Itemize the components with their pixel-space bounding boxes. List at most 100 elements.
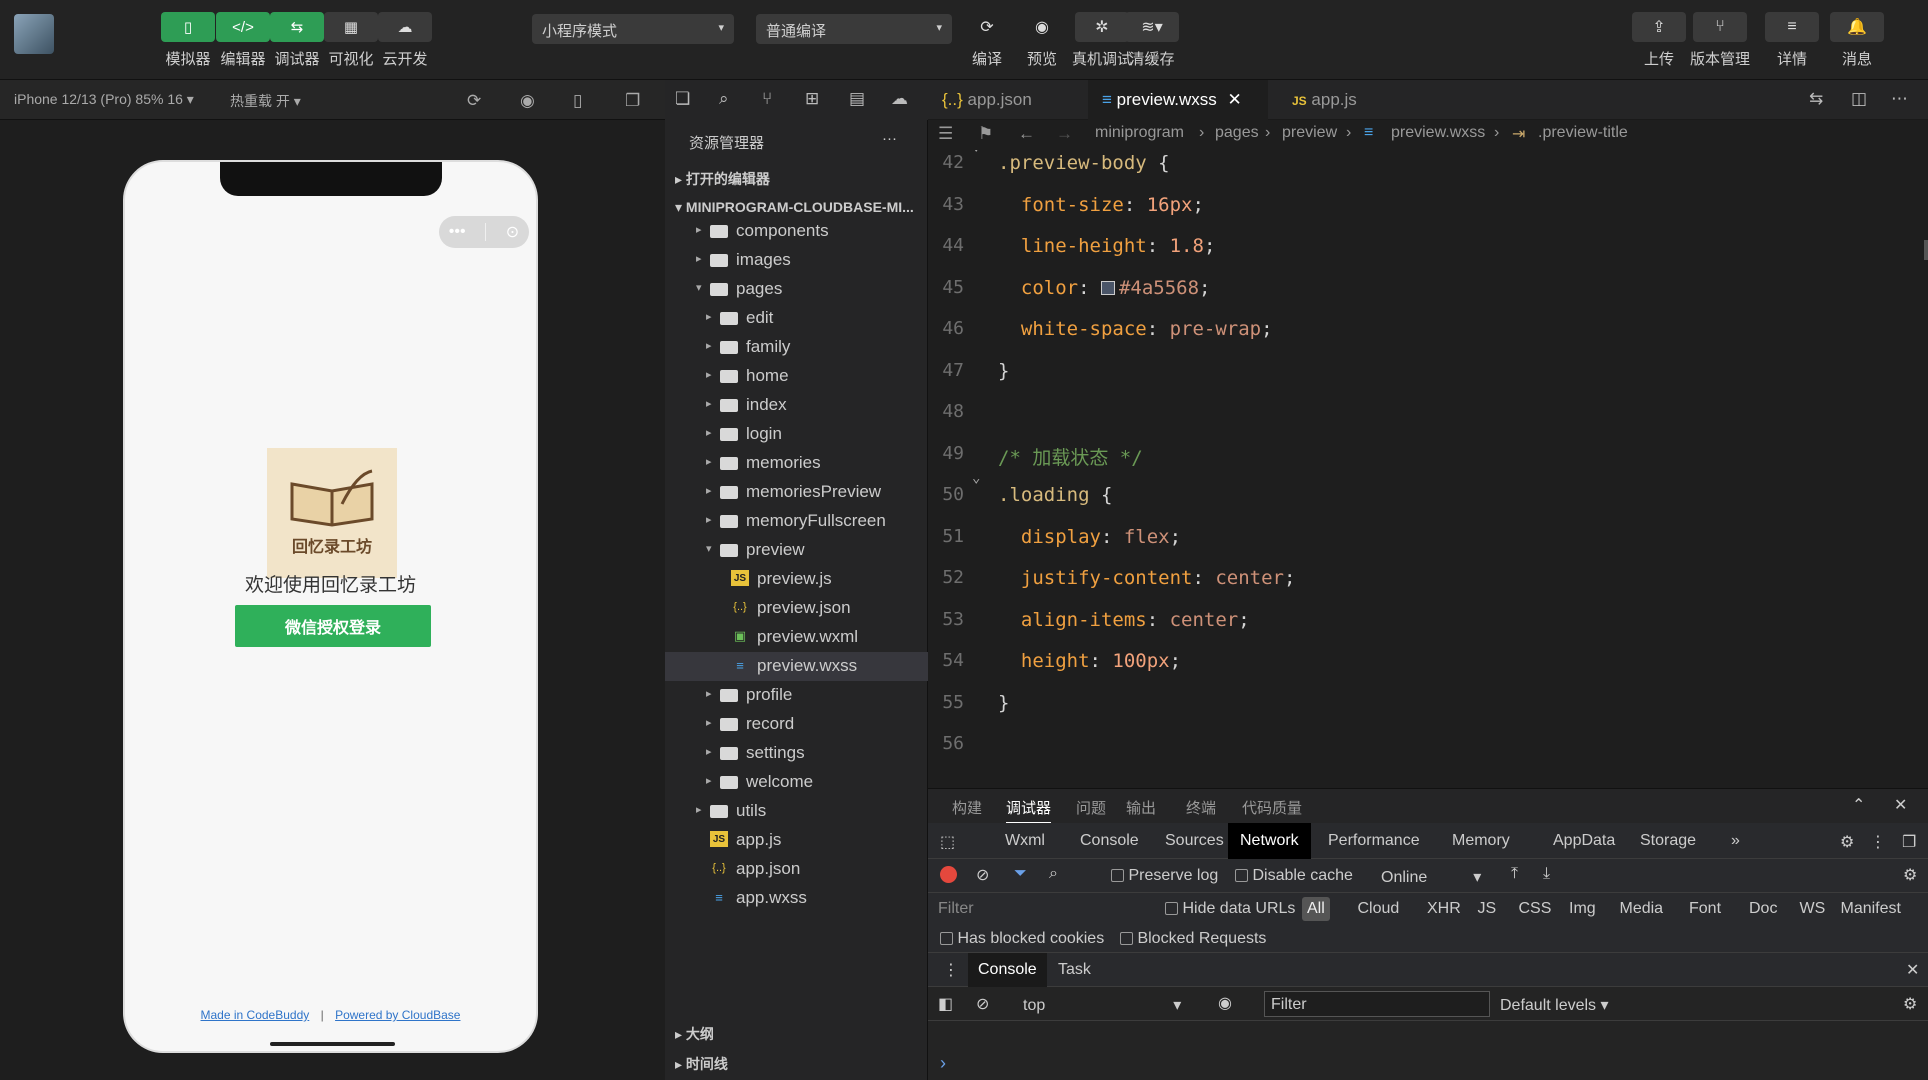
search-icon[interactable]: ⌕ xyxy=(1049,865,1058,883)
filter-type-xhr[interactable]: XHR xyxy=(1422,897,1466,921)
devtools-tab-console[interactable]: Console xyxy=(1068,823,1151,859)
hot-reload-toggle[interactable]: 热重载 开 ▾ xyxy=(230,91,301,111)
console-filter-input[interactable]: Filter xyxy=(1264,991,1490,1017)
record-button[interactable] xyxy=(940,866,957,883)
toolbar-action-2[interactable]: ✲ 真机调试 xyxy=(1072,12,1132,69)
eye-icon[interactable]: ◉ xyxy=(1218,993,1232,1013)
filter-type-cloud[interactable]: Cloud xyxy=(1353,897,1405,921)
disable-cache-checkbox[interactable]: Disable cache xyxy=(1235,867,1353,885)
user-avatar[interactable] xyxy=(14,14,54,54)
mode-select[interactable]: 小程序模式 ▾ xyxy=(532,14,734,44)
filter-type-img[interactable]: Img xyxy=(1564,897,1601,921)
blocked-requests-checkbox[interactable]: Blocked Requests xyxy=(1120,930,1266,948)
project-section[interactable]: ▾ MINIPROGRAM-CLOUDBASE-MI... xyxy=(675,199,914,216)
panel-tab-2[interactable]: 问题 xyxy=(1076,797,1106,818)
filter-type-manifest[interactable]: Manifest xyxy=(1836,897,1906,921)
tab-app-js[interactable]: JS app.js xyxy=(1278,80,1418,120)
mini-program-capsule[interactable]: ••• ⊙ xyxy=(439,216,529,248)
split-editor-icon[interactable]: ◫ xyxy=(1851,89,1867,109)
files-icon[interactable]: ❏ xyxy=(675,89,690,109)
tree-item-record[interactable]: ▸ record xyxy=(665,710,928,739)
tree-item-preview-wxss[interactable]: ≡ preview.wxss xyxy=(665,652,928,681)
panel-icon[interactable]: ▤ xyxy=(849,89,865,109)
clear-console-icon[interactable]: ⊘ xyxy=(976,994,989,1014)
devtools-tab-performance[interactable]: Performance xyxy=(1316,823,1432,859)
wechat-login-button[interactable]: 微信授权登录 xyxy=(235,605,431,647)
context-select[interactable]: top ▾ xyxy=(1023,995,1181,1015)
devtools-tab-storage[interactable]: Storage xyxy=(1628,823,1708,859)
compile-select[interactable]: 普通编译 ▾ xyxy=(756,14,952,44)
filter-type-all[interactable]: All xyxy=(1302,897,1330,921)
tree-item-app-json[interactable]: {..} app.json xyxy=(665,855,928,884)
settings-icon[interactable]: ⚙ xyxy=(1903,865,1917,885)
close-icon[interactable]: ✕ xyxy=(1894,795,1907,815)
tree-item-preview[interactable]: ▾ preview xyxy=(665,536,928,565)
explorer-more-button[interactable]: ··· xyxy=(882,130,897,147)
filter-type-ws[interactable]: WS xyxy=(1795,897,1831,921)
fold-chevron-icon[interactable]: ⌄ xyxy=(972,150,980,154)
toolbar-action-0[interactable]: ⟳ 编译 xyxy=(960,12,1014,69)
devtools-tab-more[interactable]: » xyxy=(1719,823,1752,859)
tab-preview-wxss[interactable]: ≡ preview.wxss ✕ xyxy=(1088,80,1268,120)
tree-item-memories[interactable]: ▸ memories xyxy=(665,449,928,478)
blocked-cookies-checkbox[interactable]: Has blocked cookies xyxy=(940,930,1104,948)
devtools-tab-sources[interactable]: Sources xyxy=(1153,823,1236,859)
toolbar-right-3[interactable]: 🔔 消息 xyxy=(1830,12,1884,69)
breadcrumb-item[interactable]: .preview-title xyxy=(1538,124,1628,142)
tree-item-index[interactable]: ▸ index xyxy=(665,391,928,420)
log-levels-select[interactable]: Default levels ▾ xyxy=(1500,995,1609,1015)
more-icon[interactable]: ••• xyxy=(449,223,466,241)
tree-item-pages[interactable]: ▾ pages xyxy=(665,275,928,304)
devtools-tab-wxml[interactable]: Wxml xyxy=(993,823,1057,859)
tree-item-preview-json[interactable]: {..} preview.json xyxy=(665,594,928,623)
filter-icon[interactable]: ⏷ xyxy=(1014,865,1027,883)
tree-item-preview-wxml[interactable]: ▣ preview.wxml xyxy=(665,623,928,652)
toolbar-button-4[interactable]: ☁ 云开发 xyxy=(372,12,438,69)
compare-icon[interactable]: ⇆ xyxy=(1809,89,1823,109)
breadcrumb-item[interactable]: preview xyxy=(1282,124,1337,142)
extensions-icon[interactable]: ⊞ xyxy=(805,89,819,109)
drawer-tab-console[interactable]: Console xyxy=(968,953,1047,987)
search-icon[interactable]: ⌕ xyxy=(719,89,729,109)
close-circle-icon[interactable]: ⊙ xyxy=(506,222,519,242)
cloud-deploy-icon[interactable]: ☁ xyxy=(891,89,908,109)
tree-item-welcome[interactable]: ▸ welcome xyxy=(665,768,928,797)
cloudbase-link[interactable]: Powered by CloudBase xyxy=(335,1008,460,1022)
throttle-select[interactable]: Online ▾ xyxy=(1381,867,1481,887)
source-control-icon[interactable]: ⑂ xyxy=(762,89,772,109)
close-icon[interactable]: ✕ xyxy=(1906,960,1919,980)
device-icon[interactable]: ▯ xyxy=(573,91,582,111)
codebuddy-link[interactable]: Made in CodeBuddy xyxy=(201,1008,310,1022)
inspect-icon[interactable]: ⬚ xyxy=(928,823,967,859)
devtools-tab-appdata[interactable]: AppData xyxy=(1541,823,1627,859)
panel-tab-1[interactable]: 调试器 xyxy=(1006,797,1052,824)
download-icon[interactable]: ⤓ xyxy=(1543,865,1550,883)
open-editors-section[interactable]: ▸ 打开的编辑器 xyxy=(675,169,770,189)
toolbar-action-3[interactable]: ≋▾ 清缓存 xyxy=(1125,12,1179,69)
breadcrumb-item[interactable]: pages xyxy=(1215,124,1259,142)
more-actions-icon[interactable]: ⋯ xyxy=(1891,89,1908,109)
tree-item-memoryFullscreen[interactable]: ▸ memoryFullscreen xyxy=(665,507,928,536)
breadcrumb-item[interactable]: miniprogram xyxy=(1095,124,1184,142)
back-arrow-icon[interactable]: ← xyxy=(1018,124,1035,144)
outline-section[interactable]: ▸ 大纲 xyxy=(675,1024,714,1044)
drawer-menu-icon[interactable]: ⋮ xyxy=(943,960,959,980)
toolbar-action-1[interactable]: ◉ 预览 xyxy=(1015,12,1069,69)
tree-item-profile[interactable]: ▸ profile xyxy=(665,681,928,710)
list-icon[interactable]: ☰ xyxy=(938,124,953,144)
upload-icon[interactable]: ⤒ xyxy=(1511,865,1518,883)
devtools-tab-network[interactable]: Network xyxy=(1228,823,1311,859)
tree-item-home[interactable]: ▸ home xyxy=(665,362,928,391)
settings-icon[interactable]: ⚙ xyxy=(1903,994,1917,1014)
filter-type-media[interactable]: Media xyxy=(1615,897,1669,921)
panel-tab-0[interactable]: 构建 xyxy=(952,797,982,818)
filter-type-css[interactable]: CSS xyxy=(1514,897,1557,921)
tree-item-memoriesPreview[interactable]: ▸ memoriesPreview xyxy=(665,478,928,507)
panel-tab-5[interactable]: 代码质量 xyxy=(1242,797,1302,818)
tree-item-images[interactable]: ▸ images xyxy=(665,246,928,275)
tree-item-preview-js[interactable]: JS preview.js xyxy=(665,565,928,594)
devtools-tab-memory[interactable]: Memory xyxy=(1440,823,1522,859)
tree-item-components[interactable]: ▸ components xyxy=(665,217,928,246)
toolbar-right-2[interactable]: ≡ 详情 xyxy=(1765,12,1819,69)
drawer-tab-task[interactable]: Task xyxy=(1058,961,1091,979)
